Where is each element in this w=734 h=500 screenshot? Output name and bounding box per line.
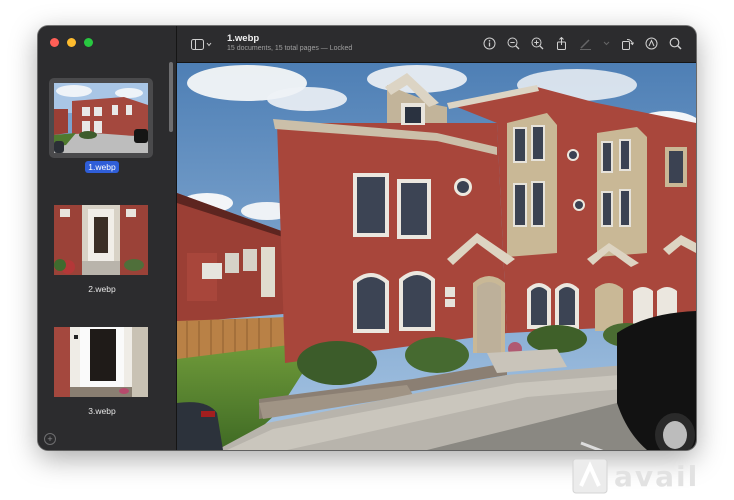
- thumbnail-label[interactable]: 2.webp: [38, 284, 166, 294]
- rotate-icon[interactable]: [621, 37, 634, 50]
- chevron-down-icon[interactable]: [603, 37, 610, 50]
- thumbnail-label[interactable]: 1.webp: [38, 161, 166, 173]
- close-button[interactable]: [50, 38, 59, 47]
- watermark-text: avail: [614, 459, 700, 493]
- document-subtitle: 15 documents, 15 total pages — Locked: [227, 45, 353, 52]
- zoom-out-icon[interactable]: [507, 37, 520, 50]
- minimize-button[interactable]: [67, 38, 76, 47]
- markup-icon[interactable]: [579, 37, 592, 50]
- search-icon[interactable]: [669, 37, 682, 50]
- thumbnail-image: [54, 205, 148, 275]
- annotate-icon[interactable]: [645, 37, 658, 50]
- zoom-button[interactable]: [84, 38, 93, 47]
- zoom-in-icon[interactable]: [531, 37, 544, 50]
- house-photo: [177, 63, 696, 450]
- thumbnail-image: [54, 327, 148, 397]
- add-icon[interactable]: +: [44, 433, 56, 445]
- document-title: 1.webp: [227, 33, 260, 44]
- thumbnail-frame[interactable]: [49, 200, 153, 280]
- sidebar-scrollbar[interactable]: [169, 62, 173, 132]
- sidebar-toggle-icon[interactable]: [191, 38, 213, 56]
- info-icon[interactable]: [483, 37, 496, 50]
- preview-window: 1.webp 2.webp 3.webp + 1.webp 15 documen…: [38, 26, 696, 450]
- avail-watermark: avail: [572, 458, 699, 494]
- window-controls: [50, 38, 93, 47]
- thumbnail-frame-selected[interactable]: [49, 78, 153, 158]
- thumbnail-sidebar: 1.webp 2.webp 3.webp +: [38, 26, 177, 450]
- toolbar-icons: [483, 37, 682, 50]
- share-icon[interactable]: [555, 37, 568, 50]
- avail-logo-icon: [572, 458, 608, 494]
- thumbnail-label[interactable]: 3.webp: [38, 406, 166, 416]
- image-canvas[interactable]: [177, 63, 696, 450]
- toolbar: 1.webp 15 documents, 15 total pages — Lo…: [177, 26, 696, 63]
- thumbnail-image: [54, 83, 148, 153]
- thumbnail-frame[interactable]: [49, 322, 153, 402]
